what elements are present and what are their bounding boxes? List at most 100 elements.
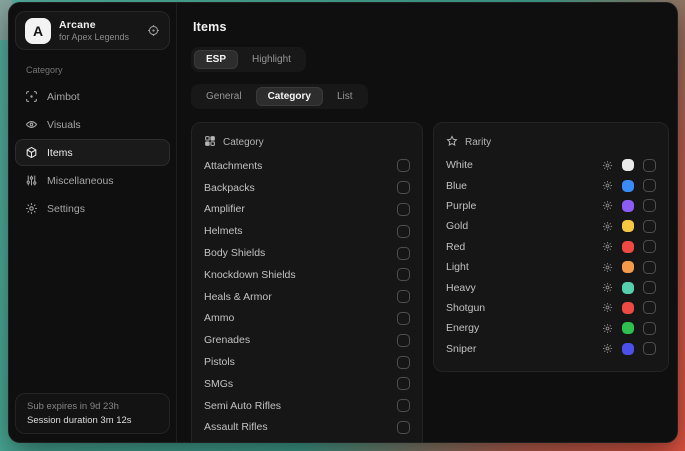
- tab-general[interactable]: General: [194, 87, 254, 106]
- rarity-row: Red: [446, 237, 656, 257]
- category-checkbox[interactable]: [397, 377, 410, 390]
- rarity-row: Purple: [446, 196, 656, 216]
- mode-toggle: ESPHighlight: [191, 47, 306, 72]
- tab-list[interactable]: List: [325, 87, 365, 106]
- star-icon: [446, 135, 458, 150]
- session-duration-text: Session duration 3m 12s: [27, 415, 158, 426]
- gear-icon[interactable]: [602, 262, 613, 273]
- gear-icon[interactable]: [602, 221, 613, 232]
- color-swatch[interactable]: [622, 302, 634, 314]
- rarity-row-controls: [602, 261, 656, 274]
- gear-icon[interactable]: [602, 241, 613, 252]
- category-row: Pistols: [204, 351, 410, 373]
- rarity-row-controls: [602, 322, 656, 335]
- category-row: Attachments: [204, 155, 410, 177]
- rarity-row-controls: [602, 281, 656, 294]
- sidebar-spacer: [9, 223, 176, 393]
- category-checkbox[interactable]: [397, 334, 410, 347]
- rarity-checkbox[interactable]: [643, 220, 656, 233]
- rarity-checkbox[interactable]: [643, 322, 656, 335]
- rarity-checkbox[interactable]: [643, 199, 656, 212]
- page-title: Items: [193, 20, 669, 34]
- sidebar-item-label: Miscellaneous: [47, 175, 114, 187]
- crosshair-icon: [25, 90, 38, 103]
- color-swatch[interactable]: [622, 220, 634, 232]
- color-swatch[interactable]: [622, 159, 634, 171]
- category-row-label: Ammo: [204, 312, 234, 324]
- category-row-label: SMGs: [204, 378, 233, 390]
- rarity-checkbox[interactable]: [643, 261, 656, 274]
- category-checkbox[interactable]: [397, 421, 410, 434]
- rarity-checkbox[interactable]: [643, 240, 656, 253]
- tab-category[interactable]: Category: [256, 87, 323, 106]
- category-row-label: Knockdown Shields: [204, 269, 296, 281]
- panels-row: Category AttachmentsBackpacksAmplifierHe…: [191, 122, 669, 443]
- category-row: LMGs: [204, 438, 410, 443]
- color-swatch[interactable]: [622, 241, 634, 253]
- rarity-checkbox[interactable]: [643, 281, 656, 294]
- gear-icon[interactable]: [602, 323, 613, 334]
- category-checkbox[interactable]: [397, 312, 410, 325]
- sidebar-item-aimbot[interactable]: Aimbot: [15, 83, 170, 110]
- rarity-panel-header: Rarity: [446, 131, 656, 153]
- rarity-checkbox[interactable]: [643, 179, 656, 192]
- category-row: Helmets: [204, 220, 410, 242]
- category-row: Heals & Armor: [204, 286, 410, 308]
- gear-icon[interactable]: [602, 343, 613, 354]
- sidebar-item-miscellaneous[interactable]: Miscellaneous: [15, 167, 170, 194]
- rarity-checkbox[interactable]: [643, 159, 656, 172]
- category-checkbox[interactable]: [397, 399, 410, 412]
- rarity-row: Light: [446, 257, 656, 277]
- sidebar-item-settings[interactable]: Settings: [15, 195, 170, 222]
- category-checkbox[interactable]: [397, 159, 410, 172]
- color-swatch[interactable]: [622, 180, 634, 192]
- rarity-row: Gold: [446, 216, 656, 236]
- category-checkbox[interactable]: [397, 356, 410, 369]
- category-checkbox[interactable]: [397, 181, 410, 194]
- gear-icon[interactable]: [602, 200, 613, 211]
- app-header-card: A Arcane for Apex Legends: [15, 11, 170, 50]
- category-checkbox[interactable]: [397, 247, 410, 260]
- category-panel-title: Category: [223, 137, 264, 148]
- eye-icon: [25, 118, 38, 131]
- view-tabs: GeneralCategoryList: [191, 84, 368, 109]
- gear-icon[interactable]: [602, 180, 613, 191]
- rarity-row-label: Heavy: [446, 282, 476, 294]
- rarity-row-label: Blue: [446, 180, 467, 192]
- app-subtitle: for Apex Legends: [59, 32, 139, 42]
- color-swatch[interactable]: [622, 200, 634, 212]
- gear-icon[interactable]: [602, 282, 613, 293]
- color-swatch[interactable]: [622, 282, 634, 294]
- gear-icon[interactable]: [602, 160, 613, 171]
- color-swatch[interactable]: [622, 261, 634, 273]
- mode-option-highlight[interactable]: Highlight: [240, 50, 303, 69]
- category-row-label: Grenades: [204, 334, 250, 346]
- rarity-checkbox[interactable]: [643, 342, 656, 355]
- rarity-row-label: Energy: [446, 322, 479, 334]
- mode-option-esp[interactable]: ESP: [194, 50, 238, 69]
- rarity-row-controls: [602, 240, 656, 253]
- rarity-row-label: White: [446, 159, 473, 171]
- category-checkbox[interactable]: [397, 290, 410, 303]
- rarity-panel-title: Rarity: [465, 137, 491, 148]
- category-panel: Category AttachmentsBackpacksAmplifierHe…: [191, 122, 423, 443]
- sidebar-item-label: Visuals: [47, 119, 81, 131]
- category-checkbox[interactable]: [397, 225, 410, 238]
- rarity-row: Heavy: [446, 277, 656, 297]
- category-row: SMGs: [204, 373, 410, 395]
- color-swatch[interactable]: [622, 322, 634, 334]
- category-row: Assault Rifles: [204, 417, 410, 439]
- sidebar-item-items[interactable]: Items: [15, 139, 170, 166]
- sidebar-nav: Aimbot Visuals Items Miscellaneous Settings: [9, 82, 176, 223]
- sidebar-item-visuals[interactable]: Visuals: [15, 111, 170, 138]
- rarity-checkbox[interactable]: [643, 301, 656, 314]
- target-icon[interactable]: [147, 24, 160, 37]
- category-row: Amplifier: [204, 199, 410, 221]
- category-checkbox[interactable]: [397, 203, 410, 216]
- rarity-row: Blue: [446, 175, 656, 195]
- rarity-row-controls: [602, 342, 656, 355]
- rarity-list: WhiteBluePurpleGoldRedLightHeavyShotgunE…: [446, 155, 656, 359]
- category-checkbox[interactable]: [397, 268, 410, 281]
- color-swatch[interactable]: [622, 343, 634, 355]
- gear-icon[interactable]: [602, 302, 613, 313]
